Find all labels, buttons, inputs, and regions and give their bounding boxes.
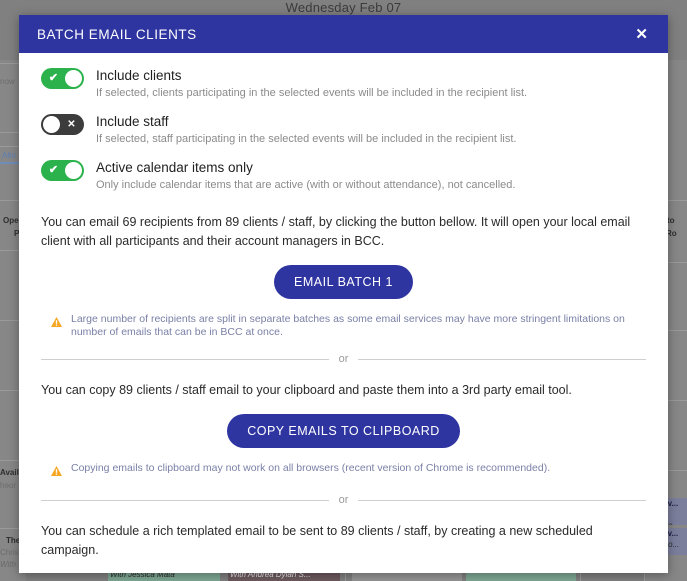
- warning-icon: [51, 464, 62, 480]
- toggle-texts: Include staff If selected, staff partici…: [96, 113, 516, 147]
- separator-or: or: [41, 494, 646, 506]
- separator-or: or: [41, 353, 646, 365]
- warning-icon: [51, 315, 62, 331]
- copy-emails-note: Copying emails to clipboard may not work…: [41, 462, 646, 480]
- include-staff-toggle[interactable]: ✕: [41, 114, 84, 135]
- toggle-row-active-calendar-items-only: ✔ Active calendar items only Only includ…: [41, 159, 646, 193]
- calendar-text-fragment: With: [0, 560, 16, 569]
- separator-label: or: [338, 353, 349, 365]
- calendar-text-fragment: Avail: [0, 468, 19, 477]
- toggle-texts: Active calendar items only Only include …: [96, 159, 515, 193]
- dialog-body: ✔ Include clients If selected, clients p…: [19, 53, 668, 573]
- toggle-label: Active calendar items only: [96, 160, 253, 175]
- email-batch-button[interactable]: EMAIL BATCH 1: [274, 265, 413, 299]
- toggle-description: If selected, clients participating in th…: [96, 87, 528, 99]
- close-icon[interactable]: ✕: [629, 23, 654, 46]
- calendar-day-title: Wednesday Feb 07: [285, 0, 402, 15]
- calendar-text-fragment: heor: [0, 481, 17, 490]
- dialog-header: BATCH EMAIL CLIENTS ✕: [19, 15, 668, 53]
- copy-emails-description: You can copy 89 clients / staff email to…: [41, 383, 572, 397]
- copy-emails-to-clipboard-button[interactable]: COPY EMAILS TO CLIPBOARD: [227, 414, 460, 448]
- calendar-text-fragment: Alto: [2, 151, 16, 160]
- batch-email-clients-dialog: BATCH EMAIL CLIENTS ✕ ✔ Include clients …: [19, 15, 668, 573]
- toggle-description: If selected, staff participating in the …: [96, 133, 517, 145]
- close-icon: ✕: [67, 119, 76, 130]
- email-batch-description: You can email 69 recipients from 89 clie…: [41, 215, 631, 248]
- include-clients-toggle[interactable]: ✔: [41, 68, 84, 89]
- toggle-texts: Include clients If selected, clients par…: [96, 67, 527, 101]
- email-batch-note: Large number of recipients are split in …: [41, 313, 646, 339]
- separator-label: or: [338, 494, 349, 506]
- toggle-knob: [65, 70, 82, 87]
- check-icon: ✔: [48, 164, 59, 176]
- note-text: Copying emails to clipboard may not work…: [71, 462, 551, 474]
- note-text: Large number of recipients are split in …: [71, 313, 625, 338]
- toggle-knob: [43, 116, 60, 133]
- toggle-row-include-clients: ✔ Include clients If selected, clients p…: [41, 67, 646, 101]
- toggle-label: Include clients: [96, 68, 182, 83]
- calendar-text-fragment: Ope: [3, 216, 19, 225]
- email-batch-button-wrap: EMAIL BATCH 1: [41, 265, 646, 299]
- calendar-text-fragment: Christ: [0, 548, 21, 557]
- active-calendar-items-only-toggle[interactable]: ✔: [41, 160, 84, 181]
- copy-emails-button-wrap: COPY EMAILS TO CLIPBOARD: [41, 414, 646, 448]
- toggle-description: Only include calendar items that are act…: [96, 179, 516, 191]
- scheduled-campaign-description: You can schedule a rich templated email …: [41, 524, 593, 557]
- check-icon: ✔: [48, 72, 59, 84]
- dialog-title: BATCH EMAIL CLIENTS: [37, 26, 197, 42]
- calendar-text-fragment: now: [0, 77, 15, 86]
- toggle-row-include-staff: ✕ Include staff If selected, staff parti…: [41, 113, 646, 147]
- toggle-label: Include staff: [96, 114, 169, 129]
- toggle-knob: [65, 162, 82, 179]
